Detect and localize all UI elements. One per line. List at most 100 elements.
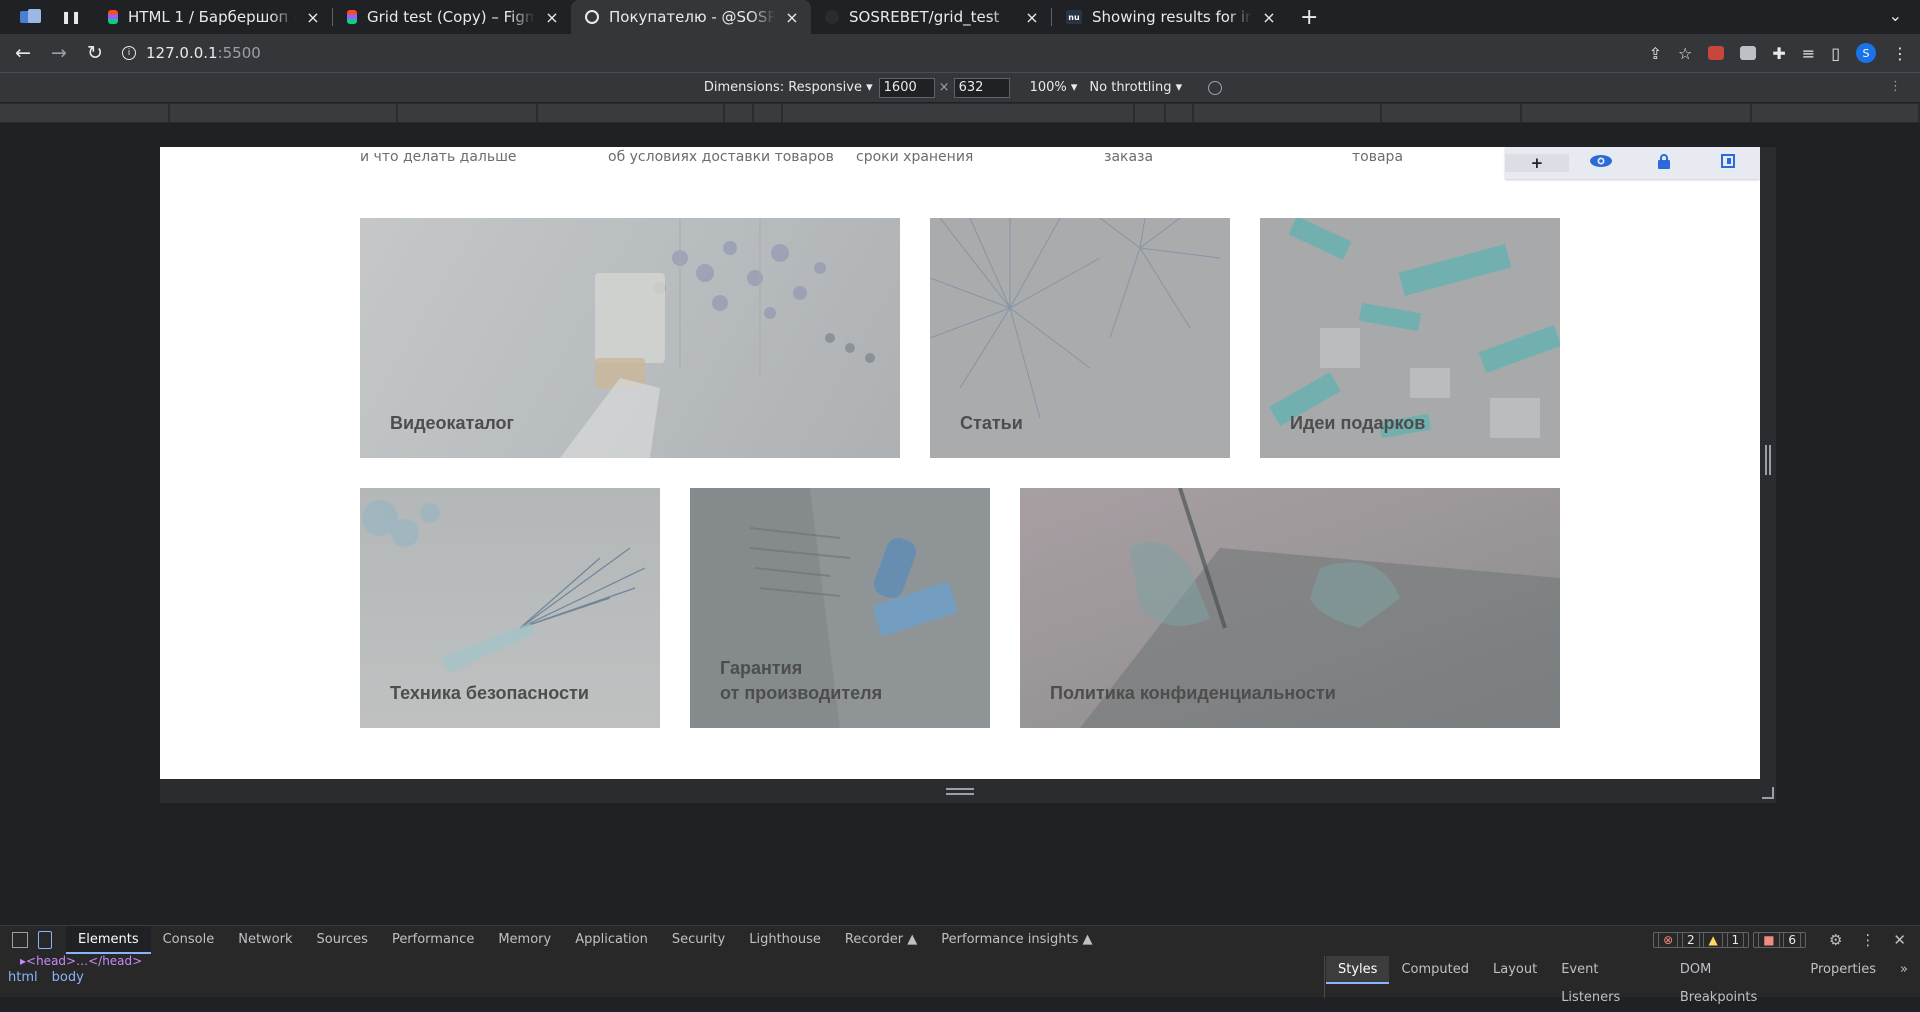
tab-console[interactable]: Console	[151, 926, 227, 954]
breadcrumb-html[interactable]: html	[8, 970, 38, 985]
lock-icon[interactable]	[1633, 153, 1697, 173]
more-tabs-icon[interactable]: »	[1888, 956, 1920, 984]
card-safety[interactable]: Техника безопасности	[360, 488, 660, 728]
resize-corner-icon[interactable]	[1762, 787, 1774, 799]
pause-icon[interactable]: ❚❚	[56, 2, 86, 32]
card-articles[interactable]: Статьи	[930, 218, 1230, 458]
width-input[interactable]	[878, 77, 935, 98]
close-devtools-icon[interactable]: ✕	[1893, 931, 1906, 949]
tab-title: HTML 1 / Барбершоп (29)	[128, 8, 296, 26]
reading-list-icon[interactable]: ≡	[1802, 44, 1815, 63]
tab-dom-breakpoints[interactable]: DOM Breakpoints	[1668, 956, 1798, 1005]
tab-computed[interactable]: Computed	[1389, 956, 1481, 984]
puzzle-icon[interactable]: ✚	[1772, 44, 1785, 63]
breadcrumb: html body	[0, 970, 84, 985]
nu-icon: nu	[1066, 10, 1082, 24]
browser-toolbar: ← → ↻ i 127.0.0.1:5500 ⇪ ☆ ✚ ≡ ▯ S ⋮	[0, 34, 1920, 72]
device-toggle-icon[interactable]	[38, 931, 52, 949]
tab-github[interactable]: SOSREBET/grid_test ×	[811, 0, 1051, 34]
breadcrumb-body[interactable]: body	[52, 970, 84, 985]
resize-handle-right[interactable]	[1760, 147, 1776, 779]
side-panel-icon[interactable]: ▯	[1831, 44, 1840, 63]
rotate-icon[interactable]	[1208, 80, 1223, 95]
inspect-element-icon[interactable]	[12, 932, 28, 948]
tab-recorder[interactable]: Recorder ▲	[833, 926, 929, 954]
plus-icon[interactable]: +	[1505, 154, 1569, 172]
settings-gear-icon[interactable]: ⚙	[1829, 931, 1842, 949]
panel-divider[interactable]	[1324, 956, 1325, 998]
tab-sources[interactable]: Sources	[305, 926, 380, 954]
card-privacy[interactable]: Политика конфиденциальности	[1020, 488, 1560, 728]
forward-icon[interactable]: →	[46, 42, 72, 64]
bookmark-star-icon[interactable]: ☆	[1678, 44, 1692, 63]
reload-icon[interactable]: ↻	[82, 42, 108, 64]
new-tab-button[interactable]: +	[1300, 5, 1318, 30]
close-icon[interactable]: ×	[783, 8, 801, 27]
close-icon[interactable]: ×	[543, 8, 561, 27]
tab-search-icon[interactable]: ⌄	[1889, 6, 1902, 25]
card-label: Техника безопасности	[390, 683, 589, 703]
eye-icon[interactable]	[1569, 154, 1633, 172]
card-label: Гарантия от производителя	[720, 658, 883, 703]
tab-properties[interactable]: Properties	[1798, 956, 1888, 984]
close-icon[interactable]: ×	[304, 8, 322, 27]
address-bar[interactable]: i 127.0.0.1:5500	[122, 44, 261, 62]
card-videocatalog[interactable]: Видеокаталог	[360, 218, 900, 458]
panel-icon[interactable]	[1696, 154, 1760, 172]
info-text: и что делать дальше	[360, 149, 517, 165]
resize-handle-bottom[interactable]	[160, 779, 1776, 803]
site-info-icon[interactable]: i	[122, 46, 136, 60]
card-label: Видеокаталог	[390, 413, 515, 433]
close-icon[interactable]: ×	[1260, 8, 1278, 27]
tab-lighthouse[interactable]: Lighthouse	[737, 926, 833, 954]
extension-icon[interactable]	[1708, 46, 1725, 60]
avatar[interactable]: S	[1856, 43, 1876, 63]
tab-event-listeners[interactable]: Event Listeners	[1549, 956, 1668, 1005]
zoom-label: 100%	[1029, 80, 1067, 95]
dom-head-node[interactable]: ▸<head>…</head>	[20, 954, 142, 968]
tab-title: Showing results for index	[1092, 8, 1252, 26]
height-input[interactable]	[953, 77, 1010, 98]
devtools-actions: ⚙ ⋮ ✕	[1829, 931, 1906, 949]
tab-application[interactable]: Application	[563, 926, 660, 954]
github-icon	[825, 10, 839, 24]
tab-network[interactable]: Network	[226, 926, 304, 954]
device-toolbar: Dimensions: Responsive ▾ × 100% ▾ No thr…	[0, 72, 1920, 102]
throttling-label: No throttling	[1089, 80, 1172, 95]
share-icon[interactable]: ⇪	[1649, 44, 1662, 63]
tab-sosrebet-active[interactable]: Покупателю - @SOSREBET ×	[571, 0, 811, 34]
tab-validator[interactable]: nu Showing results for index ×	[1052, 0, 1288, 34]
close-icon[interactable]: ×	[1023, 8, 1041, 27]
card-gift-ideas[interactable]: Идеи подарков	[1260, 218, 1560, 458]
zoom-dropdown[interactable]: 100% ▾	[1030, 80, 1078, 95]
tab-security[interactable]: Security	[660, 926, 737, 954]
media-query-bar[interactable]	[0, 103, 1920, 123]
extension-icon[interactable]	[1740, 46, 1757, 60]
card-label: Политика конфиденциальности	[1050, 683, 1336, 703]
devtools-tabbar: Elements Console Network Sources Perform…	[0, 926, 1920, 954]
tab-layout[interactable]: Layout	[1481, 956, 1549, 984]
throttling-dropdown[interactable]: No throttling ▾	[1089, 80, 1182, 95]
app-switcher-icon[interactable]	[20, 9, 42, 25]
menu-kebab-icon[interactable]: ⋮	[1892, 44, 1908, 63]
more-options-icon[interactable]: ⋮	[1889, 79, 1902, 94]
tab-styles[interactable]: Styles	[1326, 956, 1390, 984]
device-stage: и что делать дальше об условиях доставки…	[160, 147, 1776, 803]
tab-figma-grid[interactable]: Grid test (Copy) – Figma ×	[333, 0, 571, 34]
tab-figma-barbershop[interactable]: HTML 1 / Барбершоп (29) ×	[94, 0, 332, 34]
tab-performance-insights[interactable]: Performance insights ▲	[929, 926, 1104, 954]
globe-icon	[585, 10, 599, 24]
back-icon[interactable]: ←	[10, 42, 36, 64]
dimensions-dropdown[interactable]: Dimensions: Responsive ▾	[704, 80, 873, 95]
devtools-panel: Elements Console Network Sources Perform…	[0, 925, 1920, 1005]
live-server-toolbar: +	[1505, 147, 1760, 179]
info-text: об условиях доставки товаров	[608, 149, 834, 165]
issue-counters[interactable]: ⊗ 2 ▲ 1 ■ 6	[1653, 932, 1806, 948]
tab-memory[interactable]: Memory	[486, 926, 563, 954]
tab-elements[interactable]: Elements	[66, 926, 151, 954]
tab-performance[interactable]: Performance	[380, 926, 486, 954]
card-warranty[interactable]: Гарантия от производителя	[690, 488, 990, 728]
tab-title: Grid test (Copy) – Figma	[367, 8, 535, 26]
dimensions-label: Dimensions: Responsive	[703, 80, 862, 95]
devtools-menu-icon[interactable]: ⋮	[1860, 931, 1875, 949]
